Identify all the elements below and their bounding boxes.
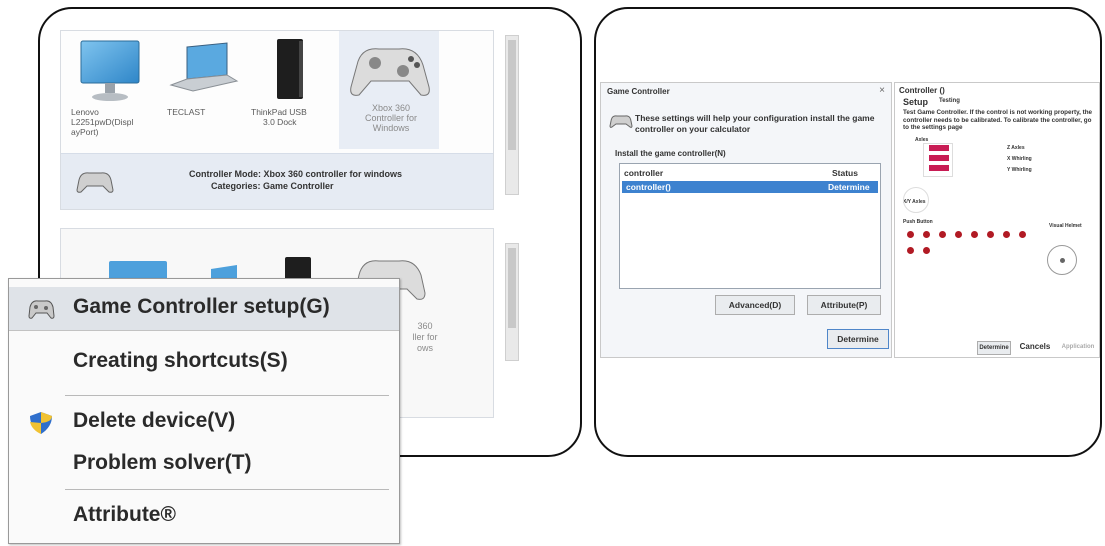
scrollbar[interactable] [505,35,519,195]
controller-caption-partial: 360 ller for ows [401,321,449,354]
column-header-status[interactable]: Status [832,168,858,178]
menu-item-label: Creating shortcuts(S) [73,349,288,372]
menu-item-attribute[interactable]: Attribute® [9,495,399,539]
dialog-title: Game Controller [607,87,670,96]
z-axes-bar [929,145,949,151]
game-controller-dialog: Game Controller × These settings will he… [600,82,892,358]
device-name-line: 3.0 Dock [263,117,297,127]
device-name-line: TECLAST [167,107,206,117]
menu-item-problem-solver[interactable]: Problem solver(T) [9,443,399,487]
push-button-label: Push Button [903,219,933,225]
monitor-icon [80,40,140,101]
push-button-indicator [923,231,930,238]
push-button-indicator [1019,231,1026,238]
menu-item-creating-shortcuts[interactable]: Creating shortcuts(S) [9,341,399,385]
dialog-title: Controller () [899,86,945,95]
visual-helmet-label: Visual Helmet [1049,223,1082,229]
device-name-line: L2251pwD(Displ [71,117,134,127]
menu-item-label: Problem solver(T) [73,451,252,474]
laptop-icon [169,42,239,92]
push-button-indicator [907,231,914,238]
device-xbox-controller[interactable]: Xbox 360 Controller for Windows [339,31,439,149]
row-status: Determine [828,182,870,192]
device-name-line: Windows [372,123,410,133]
apply-button[interactable]: Application [1057,341,1099,355]
cancel-button[interactable]: Cancels [1015,341,1055,355]
install-label: Install the game controller(N) [615,149,726,158]
menu-item-delete-device[interactable]: Delete device(V) [9,401,399,445]
push-button-indicator [923,247,930,254]
context-menu: Game Controller setup(G) Creating shortc… [8,278,400,544]
device-info-bar: Controller Mode: Xbox 360 controller for… [61,153,493,209]
push-button-indicator [1003,231,1010,238]
controller-mode-text: Controller Mode: Xbox 360 controller for… [189,169,403,179]
visual-helmet-indicator [1047,245,1077,275]
dock-icon [277,39,303,99]
menu-item-label: Game Controller setup(G) [73,295,330,318]
z-axes-label: Z Axles [1007,145,1025,151]
push-button-indicator [987,231,994,238]
x-whirling-label: X Whirling [1007,156,1032,162]
determine-button[interactable]: Determine [827,329,889,349]
tab-setup[interactable]: Setup [903,97,928,107]
device-name-line: ThinkPad USB [251,107,307,117]
device-name-line: Lenovo [71,107,99,117]
categories-text: Categories: Game Controller [211,181,334,191]
gamepad-icon [350,48,430,96]
device-monitor[interactable]: Lenovo L2251pwD(Displ ayPort) [67,35,155,145]
device-name-line: ayPort) [71,127,99,137]
caption-line: ller for [412,332,438,342]
menu-separator [65,395,389,396]
x-whirling-bar [929,155,949,161]
close-icon[interactable]: × [879,85,885,96]
dialog-description: These settings will help your configurat… [635,113,875,134]
scrollbar-thumb[interactable] [508,248,516,328]
menu-item-game-controller-setup[interactable]: Game Controller setup(G) [9,287,399,331]
device-name-line: Controller for [364,113,418,123]
table-row[interactable]: controller() Determine [622,181,878,193]
y-whirling-label: Y Whirling [1007,167,1032,173]
menu-item-label: Delete device(V) [73,409,236,432]
row-controller-name: controller() [626,182,671,192]
device-name-line: Xbox 360 [371,103,411,113]
push-button-indicator [971,231,978,238]
device-laptop[interactable]: TECLAST [157,35,245,145]
menu-item-label: Attribute® [73,503,176,526]
caption-line: ows [416,343,433,353]
push-button-indicator [939,231,946,238]
push-button-indicator [955,231,962,238]
xy-axes-indicator [903,187,929,213]
determine-button[interactable]: Determine [977,341,1011,355]
scrollbar-thumb[interactable] [508,40,516,150]
advanced-button[interactable]: Advanced(D) [715,295,795,315]
help-text: Test Game Controller. If the control is … [903,109,1093,131]
column-header-controller[interactable]: controller [624,168,663,178]
controller-list[interactable]: controller Status controller() Determine [619,163,881,289]
push-button-indicator [907,247,914,254]
menu-separator [65,489,389,490]
scrollbar[interactable] [505,243,519,361]
attribute-button[interactable]: Attribute(P) [807,295,881,315]
y-whirling-bar [929,165,949,171]
devices-panel-top: Lenovo L2251pwD(Displ ayPort) TECLAST Thin… [60,30,519,210]
gamepad-icon [28,300,55,319]
tab-testing[interactable]: Testing [939,98,960,104]
device-dock[interactable]: ThinkPad USB 3.0 Dock [247,35,335,145]
gamepad-icon [609,115,633,128]
gamepad-icon [76,172,114,193]
caption-line: 360 [417,321,433,331]
controller-properties-dialog: Controller () Setup Testing Test Game Co… [894,82,1100,358]
shield-icon [30,412,52,434]
